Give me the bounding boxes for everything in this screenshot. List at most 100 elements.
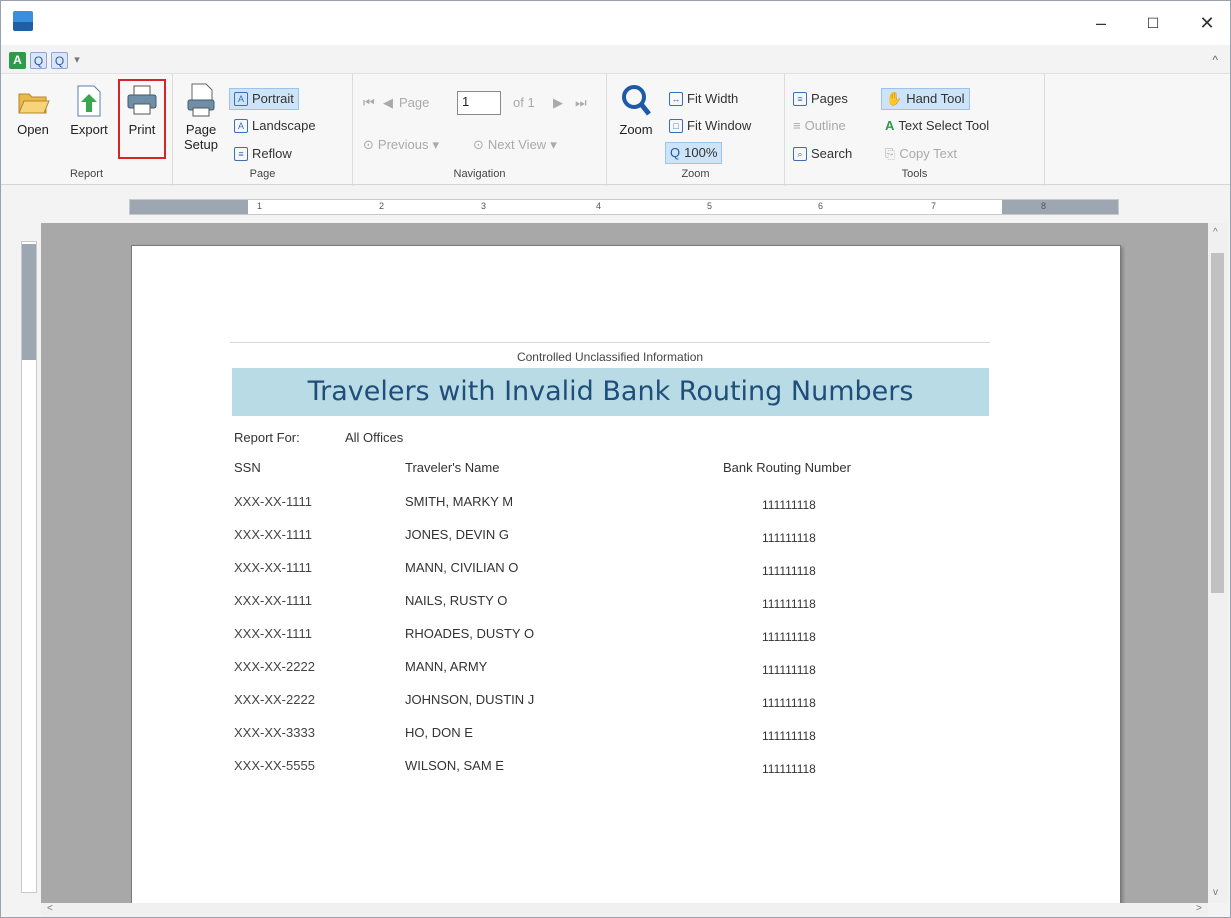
vertical-scrollbar[interactable]: ^ v — [1208, 223, 1228, 903]
table-row: XXX-XX-5555 WILSON, SAM E 111111118 — [132, 758, 1122, 791]
minimize-button[interactable]: – — [1089, 13, 1113, 33]
name-cell: NAILS, RUSTY O — [405, 593, 508, 608]
table-row: XXX-XX-3333 HO, DON E 111111118 — [132, 725, 1122, 758]
open-label: Open — [17, 122, 49, 137]
page-count: of 1 — [513, 95, 535, 110]
navigation-group-label: Navigation — [453, 168, 506, 180]
ruler-tick: 8 — [1041, 201, 1047, 211]
next-view-dropdown-icon: ▾ — [550, 137, 557, 152]
ssn-cell: XXX-XX-5555 — [234, 758, 315, 773]
landscape-button[interactable]: A Landscape — [230, 115, 320, 137]
open-button[interactable]: Open — [9, 82, 57, 137]
previous-dropdown-icon: ▾ — [432, 137, 440, 152]
copy-text-button[interactable]: ⎘ Copy Text — [881, 143, 961, 165]
next-view-button[interactable]: ⊙ Next View ▾ — [469, 134, 561, 156]
hand-tool-button[interactable]: ✋ Hand Tool — [881, 88, 970, 110]
routing-cell: 111111118 — [762, 729, 816, 743]
zoom-button[interactable]: Zoom — [613, 82, 659, 137]
table-row: XXX-XX-1111 MANN, CIVILIAN O 111111118 — [132, 560, 1122, 593]
tools-group: ≡ Pages ≡ Outline ⌕ Search ✋ Hand Tool A… — [785, 74, 1045, 186]
scroll-up-icon[interactable]: ^ — [1213, 227, 1218, 238]
zoom-group: Zoom ↔ Fit Width □ Fit Window Q 100% Zoo… — [607, 74, 785, 186]
reflow-icon: ≡ — [234, 147, 248, 161]
fit-width-label: Fit Width — [687, 91, 739, 106]
table-row: XXX-XX-2222 MANN, ARMY 111111118 — [132, 659, 1122, 692]
ssn-cell: XXX-XX-1111 — [234, 527, 313, 542]
preview-quick-icon-2[interactable]: Q — [51, 51, 68, 69]
next-view-label: Next View — [487, 137, 547, 152]
page-setup-button[interactable]: Page Setup — [179, 82, 223, 152]
pages-button[interactable]: ≡ Pages — [789, 88, 852, 110]
hand-tool-label: Hand Tool — [906, 91, 965, 106]
page-group-label: Page — [249, 168, 276, 180]
landscape-icon: A — [234, 119, 248, 133]
document-viewport[interactable]: Controlled Unclassified Information Trav… — [41, 223, 1208, 903]
page-number-input[interactable]: 1 — [457, 91, 501, 115]
outline-button[interactable]: ≡ Outline — [789, 115, 850, 137]
next-page-icon[interactable]: ▶ — [549, 92, 567, 114]
export-button[interactable]: Export — [63, 82, 115, 137]
search-label: Search — [811, 146, 853, 161]
name-cell: RHOADES, DUSTY O — [405, 626, 535, 641]
ruler-tick: 2 — [379, 201, 385, 211]
fit-window-icon: □ — [669, 119, 683, 133]
routing-cell: 111111118 — [762, 498, 816, 512]
portrait-button[interactable]: A Portrait — [229, 88, 299, 110]
zoom-label: Zoom — [619, 122, 653, 137]
routing-cell: 111111118 — [762, 564, 816, 578]
name-cell: MANN, ARMY — [405, 659, 488, 674]
ruler-tick: 6 — [818, 201, 824, 211]
copy-text-label: Copy Text — [899, 146, 957, 161]
portrait-icon: A — [234, 92, 248, 106]
search-button[interactable]: ⌕ Search — [789, 143, 856, 165]
name-header: Traveler's Name — [405, 460, 500, 475]
previous-view-button[interactable]: ⊙ Previous ▾ — [359, 134, 443, 156]
quick-access-toolbar: A Q Q ▾ — [9, 49, 82, 71]
scroll-right-icon[interactable]: > — [1196, 903, 1202, 914]
page-group: Page Setup A Portrait A Landscape ≡ Refl… — [173, 74, 353, 186]
export-icon — [72, 82, 106, 118]
routing-cell: 111111118 — [762, 597, 816, 611]
zoom-100-label: 100% — [684, 145, 718, 160]
horizontal-scrollbar[interactable]: < > — [41, 903, 1208, 917]
routing-cell: 111111118 — [762, 531, 816, 545]
ruler-margin-right — [1002, 200, 1118, 214]
pages-icon: ≡ — [793, 92, 807, 106]
customize-quick-access-dropdown[interactable]: ▾ — [72, 52, 82, 69]
maximize-button[interactable]: ☐ — [1141, 13, 1165, 33]
name-cell: HO, DON E — [405, 725, 473, 740]
close-button[interactable]: ✕ — [1195, 13, 1219, 33]
first-page-icon[interactable]: ⏮ — [359, 92, 379, 114]
routing-cell: 111111118 — [762, 762, 816, 776]
reflow-button[interactable]: ≡ Reflow — [230, 143, 296, 165]
outline-icon: ≡ — [793, 118, 801, 133]
report-for-value: All Offices — [345, 430, 404, 445]
routing-cell: 111111118 — [762, 696, 816, 710]
routing-cell: 111111118 — [762, 663, 816, 677]
previous-view-icon: ⊙ — [363, 137, 374, 152]
text-select-quick-icon[interactable]: A — [9, 51, 26, 69]
zoom-group-label: Zoom — [681, 168, 710, 180]
name-cell: SMITH, MARKY M — [405, 494, 514, 509]
header-divider — [230, 342, 990, 343]
app-icon — [13, 11, 33, 31]
scroll-left-icon[interactable]: < — [47, 903, 53, 914]
ssn-cell: XXX-XX-1111 — [234, 593, 313, 608]
preview-quick-icon[interactable]: Q — [30, 51, 47, 69]
fit-window-button[interactable]: □ Fit Window — [665, 115, 755, 137]
name-cell: WILSON, SAM E — [405, 758, 504, 773]
export-label: Export — [70, 122, 108, 137]
last-page-icon[interactable]: ⏭ — [571, 92, 591, 114]
zoom-100-button[interactable]: Q 100% — [665, 142, 723, 164]
fit-width-button[interactable]: ↔ Fit Width — [665, 88, 742, 110]
routing-cell: 111111118 — [762, 630, 816, 644]
name-cell: MANN, CIVILIAN O — [405, 560, 519, 575]
collapse-ribbon-icon[interactable]: ^ — [1212, 53, 1218, 67]
outline-label: Outline — [804, 118, 846, 133]
report-title-banner: Travelers with Invalid Bank Routing Numb… — [232, 368, 989, 416]
text-select-button[interactable]: A Text Select Tool — [881, 115, 993, 137]
text-select-label: Text Select Tool — [898, 118, 990, 133]
vertical-scroll-thumb[interactable] — [1211, 253, 1224, 593]
tools-group-label: Tools — [901, 168, 928, 180]
scroll-down-icon[interactable]: v — [1213, 887, 1218, 898]
